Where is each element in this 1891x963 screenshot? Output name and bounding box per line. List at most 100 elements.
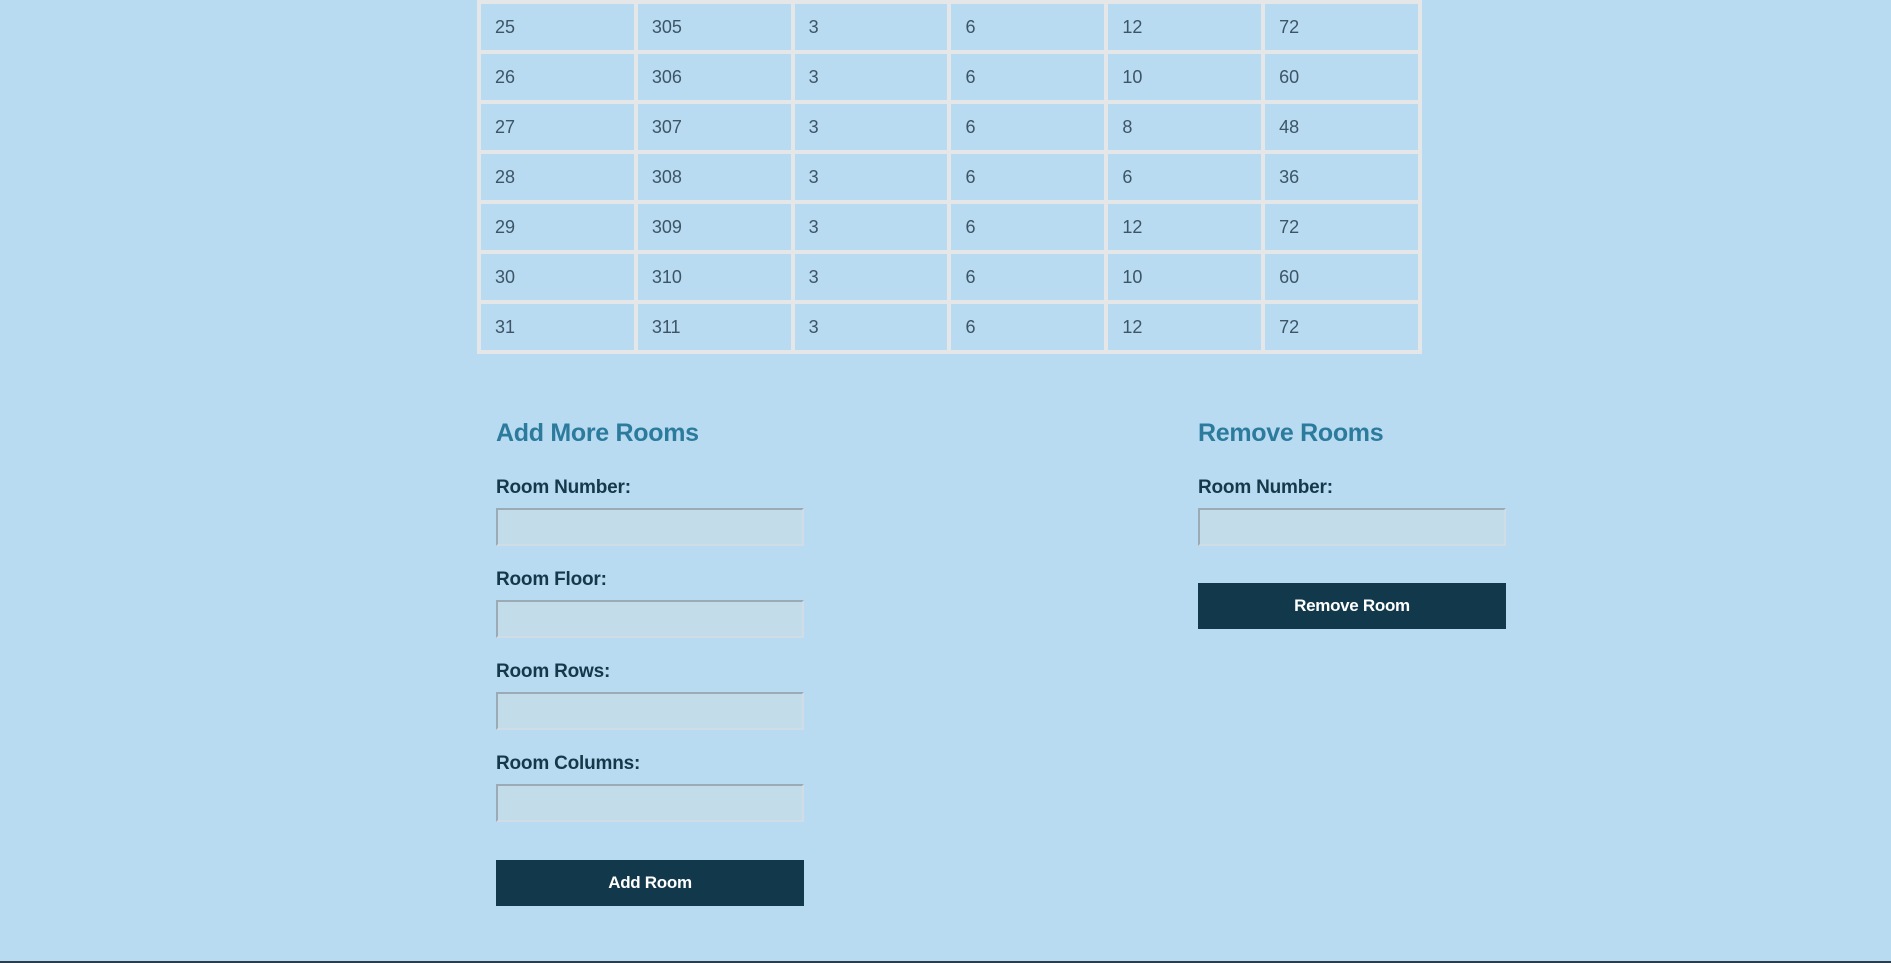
table-cell: 12 bbox=[1108, 304, 1262, 350]
table-row: 31 311 3 6 12 72 bbox=[481, 304, 1418, 350]
table-cell: 6 bbox=[951, 54, 1105, 100]
table-cell-text: 308 bbox=[651, 166, 682, 187]
table-cell-text: 309 bbox=[651, 216, 682, 237]
table-cell-text: 307 bbox=[651, 116, 682, 137]
table-row: 25 305 3 6 12 72 bbox=[481, 4, 1418, 50]
table-cell-text: 305 bbox=[651, 16, 682, 37]
table-cell-text: 12 bbox=[1122, 216, 1143, 237]
table-cell: 30 bbox=[481, 254, 634, 300]
table-cell: 28 bbox=[481, 154, 634, 200]
table-cell-text: 3 bbox=[808, 166, 819, 187]
table-cell: 10 bbox=[1108, 54, 1262, 100]
table-row: 29 309 3 6 12 72 bbox=[481, 204, 1418, 250]
remove-rooms-heading: Remove Rooms bbox=[1198, 419, 1384, 447]
room-number-input[interactable] bbox=[496, 508, 804, 546]
table-cell: 3 bbox=[794, 54, 948, 100]
table-cell-text: 3 bbox=[808, 316, 819, 337]
table-cell: 6 bbox=[951, 104, 1105, 150]
table-cell: 6 bbox=[951, 304, 1105, 350]
table-cell: 29 bbox=[481, 204, 634, 250]
table-cell-text: 60 bbox=[1279, 66, 1300, 87]
table-cell: 36 bbox=[1265, 154, 1418, 200]
table-cell-text: 6 bbox=[965, 166, 976, 187]
room-rows-label: Room Rows: bbox=[496, 661, 611, 682]
add-room-button[interactable]: Add Room bbox=[496, 860, 804, 906]
table-cell: 306 bbox=[637, 54, 791, 100]
rooms-table: 25 305 3 6 12 72 26 306 3 6 10 60 27 307 3 6 8 48 28 308 3 6 6… bbox=[477, 0, 1422, 354]
table-cell-text: 311 bbox=[651, 316, 681, 337]
table-cell-text: 306 bbox=[651, 66, 682, 87]
table-cell-text: 12 bbox=[1122, 316, 1143, 337]
table-cell: 26 bbox=[481, 54, 634, 100]
table-cell-text: 27 bbox=[495, 116, 516, 137]
table-cell: 6 bbox=[951, 154, 1105, 200]
table-cell: 6 bbox=[951, 4, 1105, 50]
room-columns-label: Room Columns: bbox=[496, 753, 641, 774]
table-cell-text: 3 bbox=[808, 66, 819, 87]
table-cell-text: 48 bbox=[1279, 116, 1300, 137]
table-cell: 3 bbox=[794, 204, 948, 250]
table-cell: 72 bbox=[1265, 204, 1418, 250]
table-cell-text: 26 bbox=[495, 66, 516, 87]
table-cell-text: 29 bbox=[495, 216, 516, 237]
table-cell: 10 bbox=[1108, 254, 1262, 300]
table-cell: 3 bbox=[794, 104, 948, 150]
table-row: 30 310 3 6 10 60 bbox=[481, 254, 1418, 300]
add-rooms-heading: Add More Rooms bbox=[496, 419, 699, 447]
table-cell-text: 25 bbox=[495, 16, 516, 37]
table-cell-text: 6 bbox=[1122, 166, 1133, 187]
rooms-table-body: 25 305 3 6 12 72 26 306 3 6 10 60 27 307 3 6 8 48 28 308 3 6 6… bbox=[481, 4, 1418, 350]
room-rows-input[interactable] bbox=[496, 692, 804, 730]
table-cell: 6 bbox=[1108, 154, 1262, 200]
table-cell-text: 72 bbox=[1279, 16, 1300, 37]
table-cell-text: 6 bbox=[965, 66, 976, 87]
table-cell: 31 bbox=[481, 304, 634, 350]
table-cell-text: 72 bbox=[1279, 216, 1300, 237]
table-cell: 25 bbox=[481, 4, 634, 50]
room-number-label: Room Number: bbox=[496, 477, 631, 498]
table-cell-text: 30 bbox=[495, 266, 516, 287]
table-cell: 6 bbox=[951, 254, 1105, 300]
table-cell-text: 3 bbox=[808, 216, 819, 237]
table-row: 27 307 3 6 8 48 bbox=[481, 104, 1418, 150]
table-cell-text: 6 bbox=[965, 116, 976, 137]
table-cell: 27 bbox=[481, 104, 634, 150]
table-row: 26 306 3 6 10 60 bbox=[481, 54, 1418, 100]
table-cell: 3 bbox=[794, 4, 948, 50]
table-cell: 60 bbox=[1265, 54, 1418, 100]
table-cell: 309 bbox=[637, 204, 791, 250]
table-cell: 308 bbox=[637, 154, 791, 200]
table-cell-text: 8 bbox=[1122, 116, 1133, 137]
table-cell: 12 bbox=[1108, 204, 1262, 250]
room-floor-label: Room Floor: bbox=[496, 569, 607, 590]
table-cell: 3 bbox=[794, 304, 948, 350]
table-cell: 8 bbox=[1108, 104, 1262, 150]
table-cell: 305 bbox=[637, 4, 791, 50]
table-cell: 60 bbox=[1265, 254, 1418, 300]
room-columns-input[interactable] bbox=[496, 784, 804, 822]
table-cell-text: 72 bbox=[1279, 316, 1300, 337]
table-cell: 3 bbox=[794, 154, 948, 200]
table-cell-text: 10 bbox=[1122, 66, 1143, 87]
table-cell: 72 bbox=[1265, 304, 1418, 350]
remove-room-number-label: Room Number: bbox=[1198, 477, 1333, 498]
table-cell: 72 bbox=[1265, 4, 1418, 50]
remove-room-number-input[interactable] bbox=[1198, 508, 1506, 546]
table-cell-text: 6 bbox=[965, 316, 976, 337]
table-cell: 311 bbox=[637, 304, 791, 350]
table-cell: 12 bbox=[1108, 4, 1262, 50]
remove-rooms-panel: Remove Rooms Room Number: Remove Room bbox=[1198, 412, 1508, 629]
table-cell: 3 bbox=[794, 254, 948, 300]
table-cell-text: 31 bbox=[495, 316, 516, 337]
table-cell-text: 6 bbox=[965, 216, 976, 237]
table-cell-text: 10 bbox=[1122, 266, 1143, 287]
room-floor-input[interactable] bbox=[496, 600, 804, 638]
table-cell-text: 28 bbox=[495, 166, 516, 187]
table-cell: 6 bbox=[951, 204, 1105, 250]
table-cell-text: 310 bbox=[651, 266, 682, 287]
remove-room-button[interactable]: Remove Room bbox=[1198, 583, 1506, 629]
table-cell-text: 6 bbox=[965, 16, 976, 37]
table-cell-text: 6 bbox=[965, 266, 976, 287]
table-cell: 310 bbox=[637, 254, 791, 300]
table-cell-text: 12 bbox=[1122, 16, 1143, 37]
